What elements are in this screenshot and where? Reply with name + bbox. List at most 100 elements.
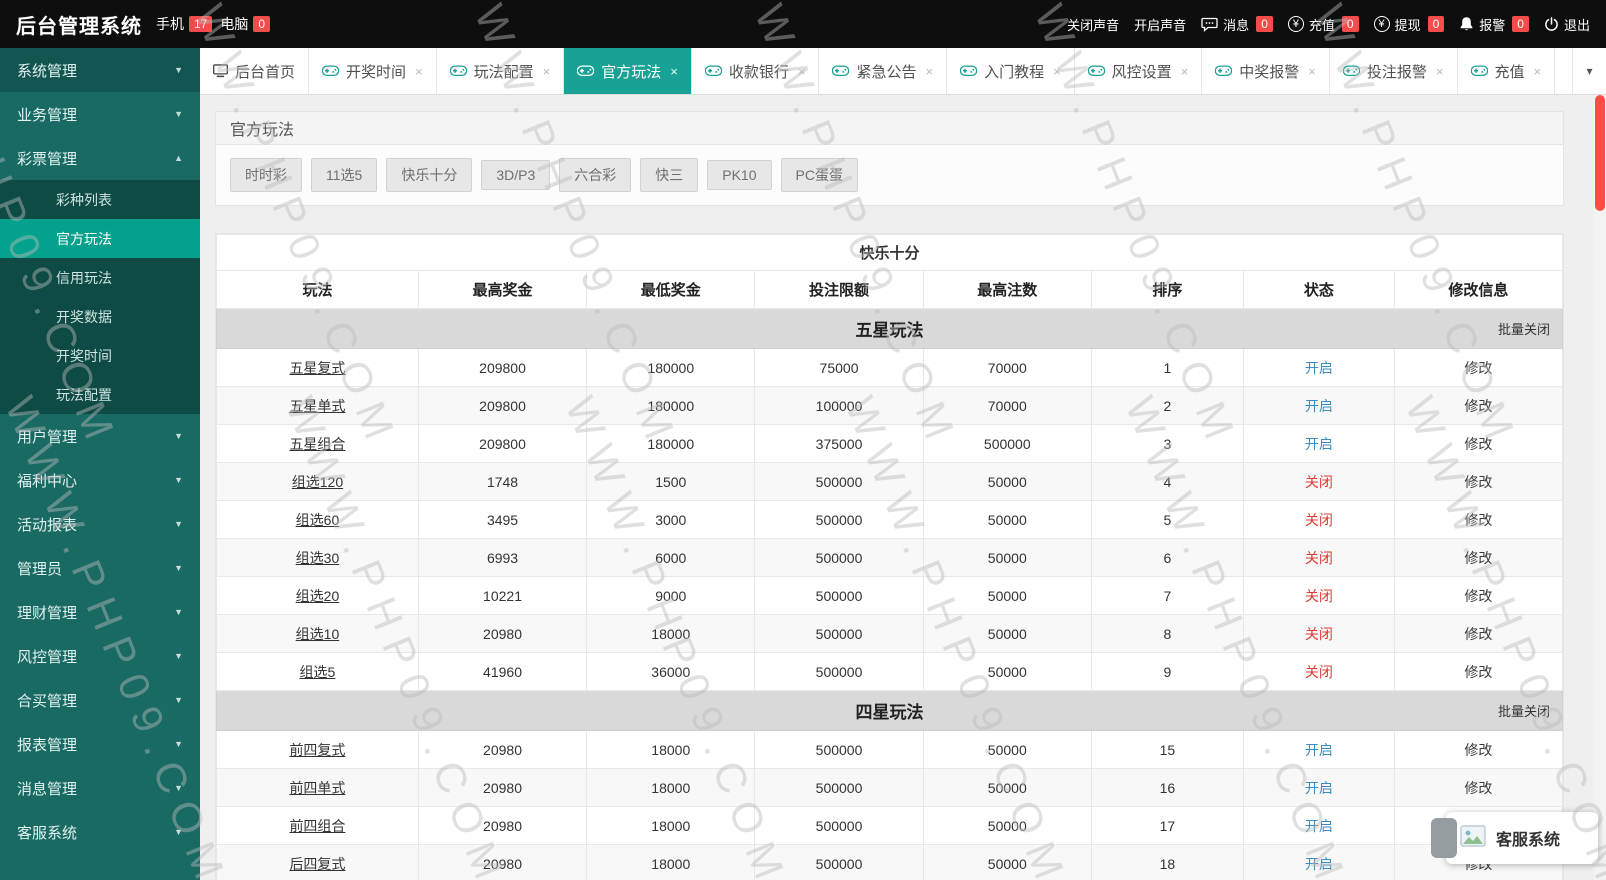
status-toggle-link[interactable]: 开启 [1305, 360, 1333, 376]
play-name-link[interactable]: 组选5 [300, 664, 336, 680]
sidebar-item[interactable]: 彩票管理 ▲ [0, 136, 200, 180]
withdraw-button[interactable]: ¥ 提现 0 [1373, 15, 1445, 34]
sidebar-subitem[interactable]: 彩种列表 [0, 180, 200, 219]
sidebar-item[interactable]: 业务管理 ▼ [0, 92, 200, 136]
game-type-button[interactable]: 3D/P3 [481, 160, 551, 190]
status-toggle-link[interactable]: 关闭 [1305, 474, 1333, 490]
sidebar-item[interactable]: 消息管理 ▼ [0, 766, 200, 810]
play-name-link[interactable]: 组选10 [296, 626, 340, 642]
tab-item[interactable]: 收款银行 × [692, 48, 820, 94]
tab-close-icon[interactable]: × [543, 64, 551, 79]
tab-item[interactable]: 充值 × [1458, 48, 1556, 94]
sidebar-item[interactable]: 用户管理 ▼ [0, 414, 200, 458]
tab-close-icon[interactable]: × [1308, 64, 1316, 79]
customer-service-widget[interactable]: 客服系统 [1431, 812, 1598, 864]
messages-button[interactable]: 消息 0 [1201, 15, 1273, 34]
pc-online-indicator[interactable]: 电脑 0 [220, 14, 278, 34]
tab-item[interactable]: 入门教程 × [947, 48, 1075, 94]
play-name-link[interactable]: 组选60 [296, 512, 340, 528]
tab-item[interactable]: 玩法配置 × [437, 48, 565, 94]
status-toggle-link[interactable]: 开启 [1305, 436, 1333, 452]
sidebar-subitem[interactable]: 信用玩法 [0, 258, 200, 297]
play-name-link[interactable]: 组选30 [296, 550, 340, 566]
status-toggle-link[interactable]: 开启 [1305, 856, 1333, 872]
status-toggle-link[interactable]: 关闭 [1305, 588, 1333, 604]
recharge-button[interactable]: ¥ 充值 0 [1287, 15, 1359, 34]
sidebar-subitem[interactable]: 开奖数据 [0, 297, 200, 336]
logout-button[interactable]: 退出 [1544, 15, 1590, 34]
batch-close-link[interactable]: 批量关闭 [1498, 701, 1550, 720]
tab-item[interactable]: 官方玩法 × [564, 48, 692, 94]
edit-link[interactable]: 修改 [1464, 398, 1492, 414]
status-toggle-link[interactable]: 关闭 [1305, 512, 1333, 528]
sidebar-item[interactable]: 合买管理 ▼ [0, 678, 200, 722]
edit-link[interactable]: 修改 [1464, 588, 1492, 604]
sidebar-item[interactable]: 系统管理 ▼ [0, 48, 200, 92]
tab-close-icon[interactable]: × [1534, 64, 1542, 79]
game-type-button[interactable]: 快乐十分 [386, 158, 473, 192]
status-toggle-link[interactable]: 开启 [1305, 818, 1333, 834]
alarm-button[interactable]: 报警 0 [1459, 15, 1529, 34]
play-name-link[interactable]: 五星组合 [289, 436, 345, 452]
edit-link[interactable]: 修改 [1464, 664, 1492, 680]
tab-item[interactable]: 紧急公告 × [819, 48, 948, 94]
tab-item[interactable]: 风控设置 × [1075, 48, 1203, 94]
status-toggle-link[interactable]: 关闭 [1305, 626, 1333, 642]
sidebar-item[interactable]: 报表管理 ▼ [0, 722, 200, 766]
tab-list-dropdown-button[interactable]: ▾ [1572, 48, 1606, 94]
status-toggle-link[interactable]: 开启 [1305, 398, 1333, 414]
sound-off-link[interactable]: 关闭声音 [1067, 15, 1119, 34]
tab-close-icon[interactable]: × [415, 64, 423, 79]
game-type-button[interactable]: PK10 [707, 160, 772, 190]
sidebar-item[interactable]: 理财管理 ▼ [0, 590, 200, 634]
sidebar-item[interactable]: 活动报表 ▼ [0, 502, 200, 546]
edit-link[interactable]: 修改 [1464, 436, 1492, 452]
play-name-link[interactable]: 组选20 [296, 588, 340, 604]
play-name-link[interactable]: 后四复式 [289, 856, 345, 872]
status-toggle-link[interactable]: 关闭 [1305, 550, 1333, 566]
game-type-button[interactable]: 时时彩 [230, 158, 302, 192]
edit-link[interactable]: 修改 [1464, 780, 1492, 796]
tab-item[interactable]: 中奖报警 × [1202, 48, 1330, 94]
sidebar-item[interactable]: 客服系统 ▼ [0, 810, 200, 854]
phone-online-indicator[interactable]: 手机 17 [156, 14, 220, 34]
game-type-button[interactable]: 11选5 [311, 158, 378, 192]
scrollbar-thumb[interactable] [1595, 95, 1605, 211]
play-name-link[interactable]: 前四单式 [289, 780, 345, 796]
play-name-link[interactable]: 前四组合 [289, 818, 345, 834]
tab-item[interactable]: 后台首页 [200, 48, 310, 94]
sidebar-subitem[interactable]: 官方玩法 [0, 219, 200, 258]
tab-close-icon[interactable]: × [798, 64, 806, 79]
batch-close-link[interactable]: 批量关闭 [1498, 319, 1550, 338]
status-toggle-link[interactable]: 开启 [1305, 742, 1333, 758]
sidebar-item[interactable]: 风控管理 ▼ [0, 634, 200, 678]
edit-link[interactable]: 修改 [1464, 360, 1492, 376]
edit-link[interactable]: 修改 [1464, 512, 1492, 528]
sidebar-subitem[interactable]: 开奖时间 [0, 336, 200, 375]
game-type-button[interactable]: 六合彩 [559, 158, 632, 192]
edit-link[interactable]: 修改 [1464, 742, 1492, 758]
play-name-link[interactable]: 组选120 [292, 474, 343, 490]
tab-close-icon[interactable]: × [1436, 64, 1444, 79]
edit-link[interactable]: 修改 [1464, 550, 1492, 566]
play-name-link[interactable]: 五星单式 [289, 398, 345, 414]
status-toggle-link[interactable]: 开启 [1305, 780, 1333, 796]
tab-close-icon[interactable]: × [925, 64, 933, 79]
tab-item[interactable]: 开奖时间 × [309, 48, 437, 94]
tab-close-icon[interactable]: × [670, 64, 678, 79]
scrollbar[interactable] [1594, 95, 1606, 880]
play-name-link[interactable]: 前四复式 [289, 742, 345, 758]
play-name-link[interactable]: 五星复式 [289, 360, 345, 376]
sound-on-link[interactable]: 开启声音 [1134, 15, 1186, 34]
game-type-button[interactable]: PC蛋蛋 [780, 158, 858, 192]
sidebar-subitem[interactable]: 玩法配置 [0, 375, 200, 414]
edit-link[interactable]: 修改 [1464, 626, 1492, 642]
sidebar-item[interactable]: 管理员 ▼ [0, 546, 200, 590]
sidebar-item[interactable]: 福利中心 ▼ [0, 458, 200, 502]
tab-close-icon[interactable]: × [1053, 64, 1061, 79]
game-type-button[interactable]: 快三 [640, 158, 699, 192]
edit-link[interactable]: 修改 [1464, 474, 1492, 490]
tab-close-icon[interactable]: × [1181, 64, 1189, 79]
status-toggle-link[interactable]: 关闭 [1305, 664, 1333, 680]
tab-item[interactable]: 投注报警 × [1330, 48, 1458, 94]
